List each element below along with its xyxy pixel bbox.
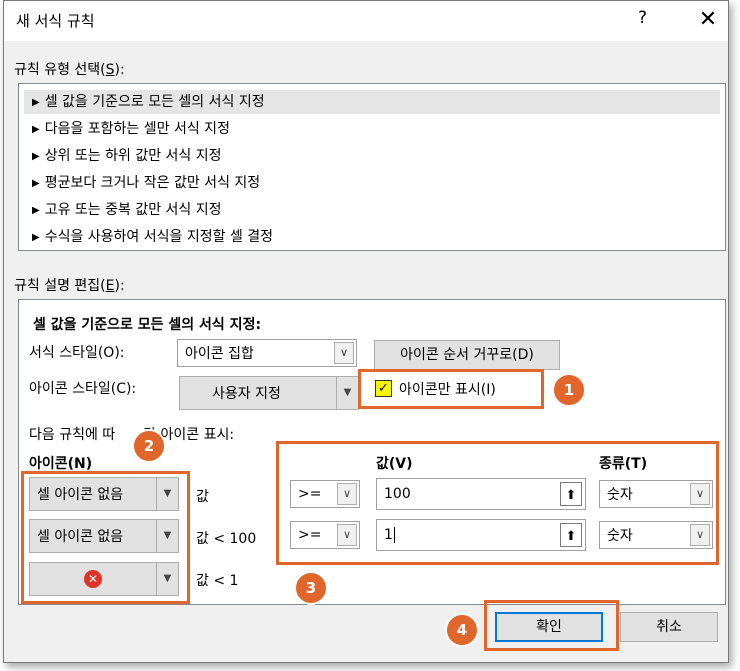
callout-badge-4: 4: [445, 613, 479, 647]
rule-type-item-label: 상위 또는 하위 값만 서식 지정: [44, 148, 222, 164]
rule-type-item[interactable]: ▶ 평균보다 크거나 작은 값만 서식 지정: [24, 171, 720, 195]
rule-type-item[interactable]: ▶ 셀 값을 기준으로 모든 셀의 서식 지정: [24, 90, 720, 114]
rule-description-heading: 셀 값을 기준으로 모든 셀의 서식 지정:: [33, 317, 262, 333]
new-format-rule-dialog: 새 서식 규칙 ? ✕ 규칙 유형 선택(S): ▶ 셀 값을 기준으로 모든 셀…: [3, 0, 729, 663]
triangle-down-icon: ▼: [336, 377, 358, 409]
callout-badge-1: 1: [552, 373, 586, 407]
icon-style-label: 아이콘 스타일(C):: [29, 381, 137, 397]
callout-box-1: [358, 369, 544, 409]
callout-box-3: [276, 441, 719, 565]
arrow-right-icon: ▶: [32, 205, 40, 216]
title-bar: 새 서식 규칙 ? ✕: [4, 1, 728, 41]
rule-type-label-end: ):: [114, 62, 125, 78]
arrow-right-icon: ▶: [32, 124, 40, 135]
format-style-value: 아이콘 집합: [185, 346, 254, 362]
rule-type-label-key: S: [105, 62, 115, 78]
close-button[interactable]: ✕: [692, 4, 724, 36]
rule-type-item-label: 수식을 사용하여 서식을 지정할 셀 결정: [44, 229, 274, 245]
cancel-button[interactable]: 취소: [620, 612, 718, 642]
arrow-right-icon: ▶: [32, 151, 40, 162]
rule-type-label: 규칙 유형 선택(S):: [14, 59, 125, 79]
icon-style-select[interactable]: 사용자 지정 ▼: [179, 376, 359, 410]
icon-column-header: 아이콘(N): [29, 456, 93, 472]
rule-type-list[interactable]: ▶ 셀 값을 기준으로 모든 셀의 서식 지정 ▶ 다음을 포함하는 셀만 서식 지…: [18, 83, 726, 251]
callout-badge-2: 2: [132, 429, 166, 463]
format-style-label: 서식 스타일(O):: [29, 345, 125, 361]
row-condition-label: 값 < 1: [196, 573, 239, 589]
format-style-select[interactable]: 아이콘 집합 ∨: [177, 339, 357, 367]
edit-label-text: 규칙 설명 편집(: [14, 278, 106, 294]
callout-box-2: [21, 471, 190, 604]
row-condition-label: 값: [196, 489, 209, 505]
edit-description-label: 규칙 설명 편집(E):: [14, 275, 125, 295]
rule-type-item-label: 셀 값을 기준으로 모든 셀의 서식 지정: [44, 94, 265, 110]
rule-type-item[interactable]: ▶ 고유 또는 중복 값만 서식 지정: [24, 198, 720, 222]
arrow-right-icon: ▶: [32, 232, 40, 243]
arrow-right-icon: ▶: [32, 97, 40, 108]
callout-badge-3: 3: [294, 571, 328, 605]
rule-type-item[interactable]: ▶ 다음을 포함하는 셀만 서식 지정: [24, 117, 720, 141]
row-condition-label: 값 < 100: [196, 531, 257, 547]
rule-type-item-label: 평균보다 크거나 작은 값만 서식 지정: [44, 175, 261, 191]
ok-button[interactable]: 확인: [495, 612, 603, 642]
chevron-down-icon: ∨: [334, 342, 354, 364]
edit-label-end: ):: [114, 278, 125, 294]
help-button[interactable]: ?: [638, 8, 647, 28]
arrow-right-icon: ▶: [32, 178, 40, 189]
edit-label-key: E: [105, 278, 115, 294]
rule-type-item-label: 고유 또는 중복 값만 서식 지정: [44, 202, 222, 218]
rule-type-item-label: 다음을 포함하는 셀만 서식 지정: [44, 121, 230, 137]
rule-type-label-text: 규칙 유형 선택(: [14, 62, 106, 78]
reverse-icon-order-button[interactable]: 아이콘 순서 거꾸로(D): [374, 340, 560, 370]
icon-style-value: 사용자 지정: [212, 386, 281, 402]
dialog-title: 새 서식 규칙: [16, 12, 95, 30]
rule-type-item[interactable]: ▶ 수식을 사용하여 서식을 지정할 셀 결정: [24, 225, 720, 249]
rule-type-item[interactable]: ▶ 상위 또는 하위 값만 서식 지정: [24, 144, 720, 168]
rules-caption-part: 다음 규칙에 따: [29, 427, 116, 443]
